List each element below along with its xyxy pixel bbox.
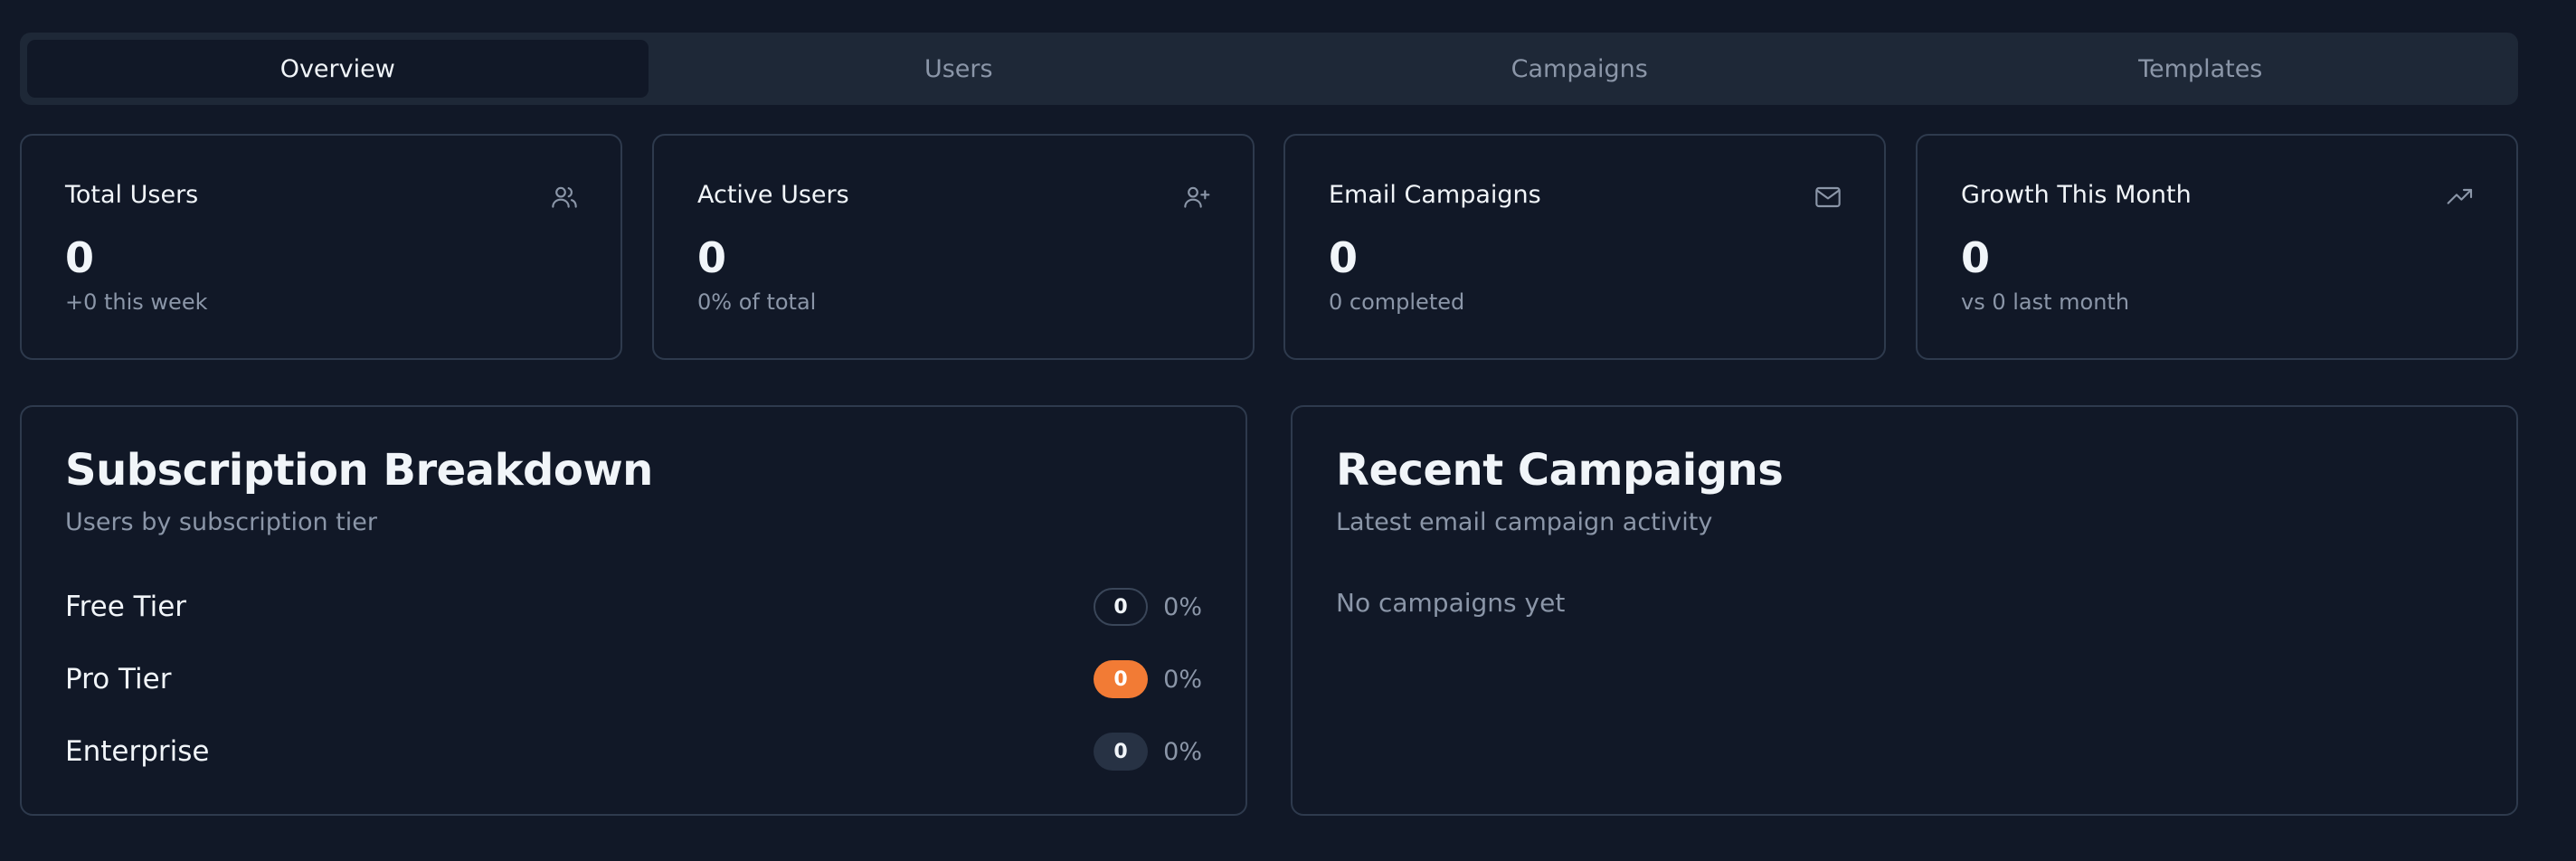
tier-row-free: Free Tier 0 0%	[65, 586, 1202, 628]
stat-value: 0	[1329, 233, 1359, 282]
user-plus-icon	[1184, 186, 1210, 208]
mail-icon	[1815, 186, 1841, 208]
stat-subtext: +0 this week	[65, 289, 208, 315]
recent-campaigns-card: Recent Campaigns Latest email campaign a…	[1291, 405, 2518, 816]
tab-templates[interactable]: Templates	[1890, 40, 2512, 98]
tier-row-enterprise: Enterprise 0 0%	[65, 731, 1202, 772]
stat-title: Active Users	[697, 181, 849, 209]
stat-subtext: 0% of total	[697, 289, 817, 315]
tier-count-badge: 0	[1094, 733, 1148, 771]
subscription-breakdown-card: Subscription Breakdown Users by subscrip…	[20, 405, 1247, 816]
tier-label: Enterprise	[65, 735, 210, 768]
tab-overview[interactable]: Overview	[27, 40, 649, 98]
card-title: Recent Campaigns	[1336, 445, 1784, 496]
tier-label: Free Tier	[65, 591, 187, 623]
users-icon	[552, 186, 577, 208]
tier-percent: 0%	[1163, 665, 1202, 694]
stat-title: Total Users	[65, 181, 199, 209]
stat-card-email-campaigns: Email Campaigns 0 0 completed	[1283, 134, 1886, 360]
stat-title: Email Campaigns	[1329, 181, 1541, 209]
tier-percent: 0%	[1163, 737, 1202, 766]
stat-subtext: 0 completed	[1329, 289, 1465, 315]
stat-subtext: vs 0 last month	[1961, 289, 2130, 315]
tier-count-badge: 0	[1094, 588, 1148, 626]
trending-up-icon	[2447, 188, 2473, 204]
empty-state-text: No campaigns yet	[1336, 588, 1566, 618]
stat-card-active-users: Active Users 0 0% of total	[652, 134, 1255, 360]
stat-title: Growth This Month	[1961, 181, 2192, 209]
tier-percent: 0%	[1163, 592, 1202, 621]
stat-card-growth: Growth This Month 0 vs 0 last month	[1916, 134, 2518, 360]
tab-users[interactable]: Users	[649, 40, 1270, 98]
stat-card-total-users: Total Users 0 +0 this week	[20, 134, 622, 360]
tier-count-badge: 0	[1094, 660, 1148, 698]
card-title: Subscription Breakdown	[65, 445, 653, 496]
tab-bar: Overview Users Campaigns Templates	[20, 33, 2518, 105]
tier-row-pro: Pro Tier 0 0%	[65, 658, 1202, 700]
stat-value: 0	[65, 233, 95, 282]
stat-value: 0	[697, 233, 727, 282]
tab-campaigns[interactable]: Campaigns	[1269, 40, 1890, 98]
tier-label: Pro Tier	[65, 663, 172, 695]
stat-value: 0	[1961, 233, 1991, 282]
card-description: Users by subscription tier	[65, 508, 377, 536]
card-description: Latest email campaign activity	[1336, 508, 1713, 536]
